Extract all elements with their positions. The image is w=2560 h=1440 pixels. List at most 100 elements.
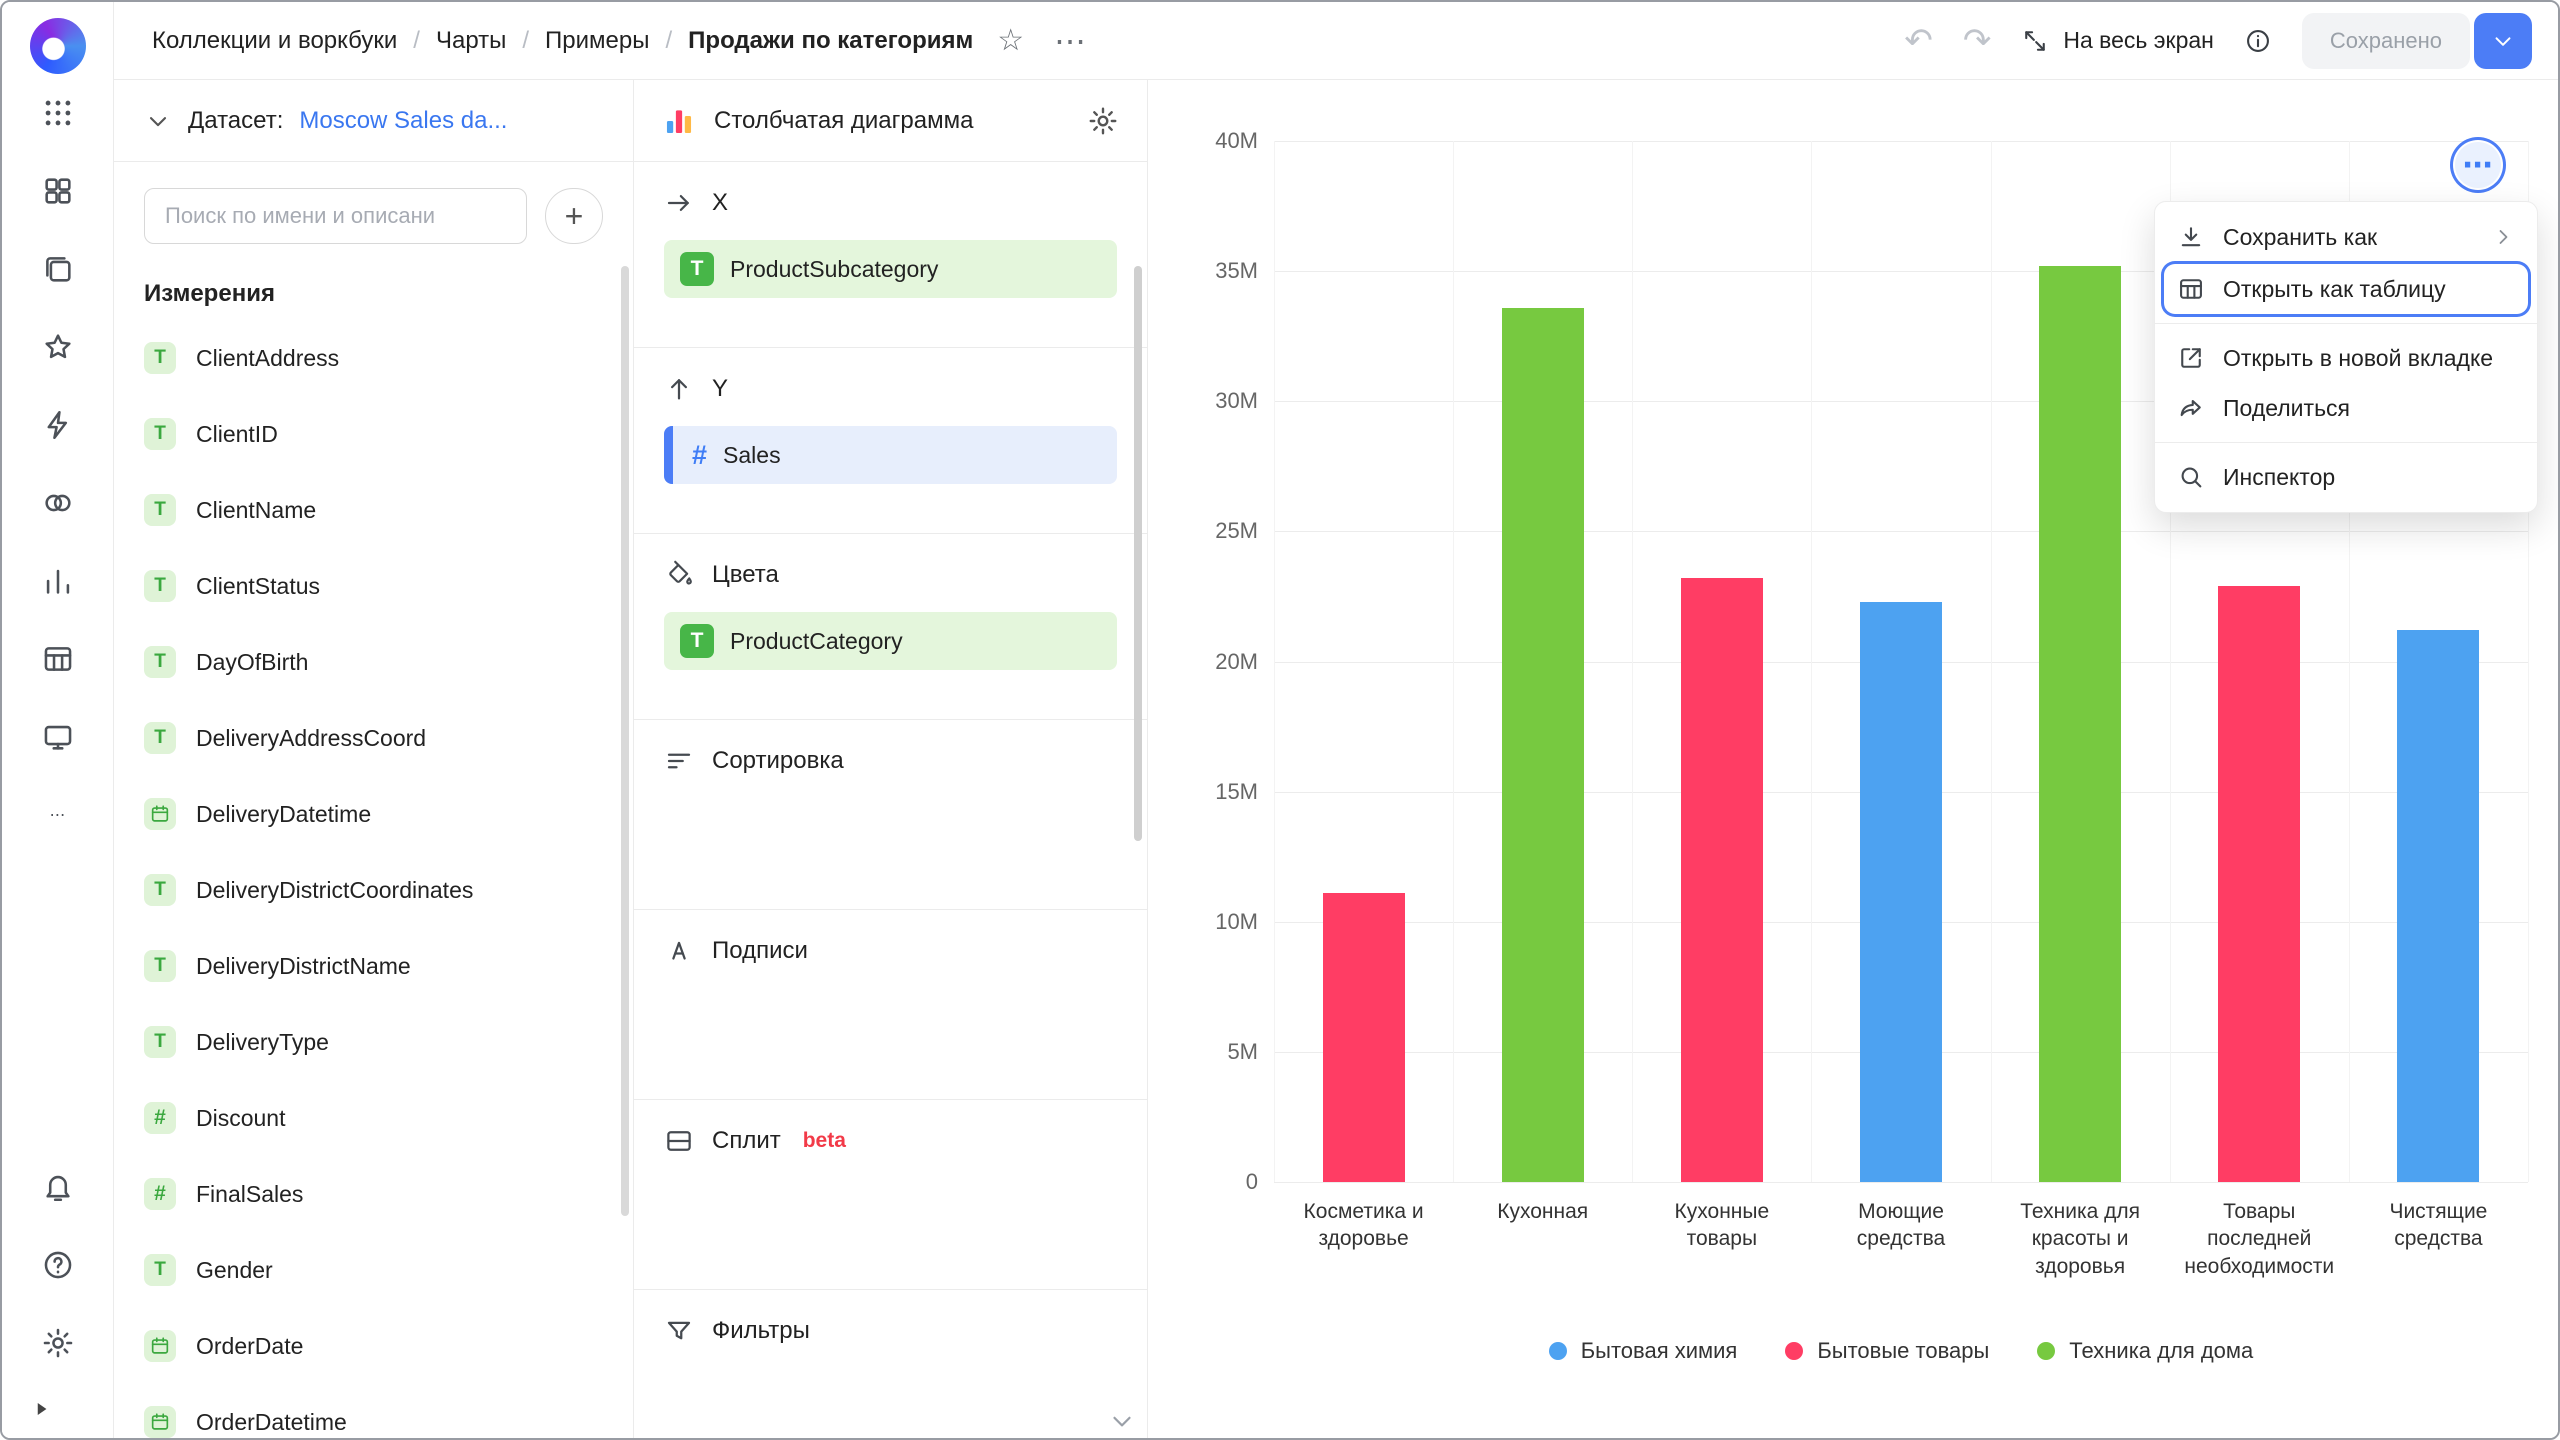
- expand-rail-icon[interactable]: [28, 1396, 54, 1422]
- x-axis-label: Кухонная: [1453, 1198, 1632, 1280]
- config-scrollbar[interactable]: [1134, 266, 1142, 841]
- field-chip-Sales[interactable]: #Sales: [664, 426, 1117, 484]
- dataset-field[interactable]: TClientAddress: [114, 320, 633, 396]
- breadcrumb-more-icon[interactable]: ⋯: [1054, 22, 1089, 60]
- help-icon[interactable]: [41, 1248, 75, 1282]
- field-chip-label: Sales: [723, 442, 781, 469]
- rings-icon[interactable]: [41, 486, 75, 520]
- settings-gear-icon[interactable]: [41, 1326, 75, 1360]
- fullscreen-button[interactable]: На весь экран: [2021, 27, 2214, 55]
- bell-icon[interactable]: [41, 1170, 75, 1204]
- config-scroll-down-icon[interactable]: [1107, 1406, 1137, 1436]
- dataset-field[interactable]: #Discount: [114, 1080, 633, 1156]
- collapse-chevron-icon[interactable]: [144, 107, 172, 135]
- date-field-icon: [144, 1406, 176, 1438]
- legend-item[interactable]: Техника для дома: [2037, 1338, 2253, 1364]
- breadcrumb-separator: /: [522, 27, 529, 55]
- field-chip-ProductSubcategory[interactable]: TProductSubcategory: [664, 240, 1117, 298]
- info-icon[interactable]: [2244, 27, 2272, 55]
- undo-icon[interactable]: ↶: [1904, 24, 1933, 58]
- collections-icon[interactable]: [41, 252, 75, 286]
- breadcrumb-item[interactable]: Чарты: [436, 27, 506, 55]
- gridline-horizontal: [1274, 531, 2528, 532]
- share-icon: [2177, 394, 2205, 422]
- x-axis-label: Техника для красоты и здоровья: [1991, 1198, 2170, 1280]
- chart-more-button[interactable]: ⋯: [2455, 142, 2501, 188]
- dataset-name-link[interactable]: Moscow Sales da...: [299, 107, 507, 135]
- context-menu-item[interactable]: Поделиться: [2155, 383, 2537, 433]
- context-menu-item[interactable]: Инспектор: [2155, 452, 2537, 502]
- section-label: Фильтры: [712, 1317, 810, 1345]
- context-menu-item[interactable]: Сохранить как: [2155, 212, 2537, 262]
- dataset-field[interactable]: T DeliveryType: [114, 1004, 633, 1080]
- bar-Моющие средства[interactable]: [1860, 602, 1942, 1182]
- dataset-field[interactable]: #FinalSales: [114, 1156, 633, 1232]
- config-section-x: XTProductSubcategory: [634, 162, 1147, 348]
- dataset-field[interactable]: DeliveryDatetime: [114, 776, 633, 852]
- legend-dot: [1549, 1342, 1567, 1360]
- field-name: FinalSales: [196, 1181, 303, 1208]
- dataset-field[interactable]: TDeliveryDistrictName: [114, 928, 633, 1004]
- field-name: DeliveryType: [196, 1029, 329, 1056]
- saved-label: Сохранено: [2330, 28, 2442, 54]
- config-section-split: Сплитbeta: [634, 1100, 1147, 1290]
- dataset-scrollbar[interactable]: [621, 266, 629, 1216]
- bar-chart-icon[interactable]: [41, 564, 75, 598]
- bar-Косметика и здоровье[interactable]: [1323, 893, 1405, 1182]
- field-search-input[interactable]: [144, 188, 527, 244]
- bar-Товары последней необходимости[interactable]: [2218, 586, 2300, 1182]
- dataset-field[interactable]: OrderDate: [114, 1308, 633, 1384]
- dataset-field[interactable]: TGender: [114, 1232, 633, 1308]
- dataset-field[interactable]: OrderDatetime: [114, 1384, 633, 1438]
- legend-item[interactable]: Бытовые товары: [1785, 1338, 1989, 1364]
- dataset-field[interactable]: TDayOfBirth: [114, 624, 633, 700]
- chart-type-label[interactable]: Столбчатая диаграмма: [714, 107, 973, 135]
- dataset-field[interactable]: TDeliveryDistrictCoordinates: [114, 852, 633, 928]
- field-chip-ProductCategory[interactable]: TProductCategory: [664, 612, 1117, 670]
- section-label-row: Фильтры: [664, 1316, 1117, 1346]
- dataset-field[interactable]: TClientStatus: [114, 548, 633, 624]
- save-dropdown-button[interactable]: [2474, 13, 2532, 69]
- dataset-field[interactable]: TClientID: [114, 396, 633, 472]
- dataset-field[interactable]: TDeliveryAddressCoord: [114, 700, 633, 776]
- section-label-row: Y: [664, 374, 1117, 404]
- number-field-icon: #: [144, 1102, 176, 1134]
- y-axis-label: 35M: [1148, 258, 1258, 284]
- y-axis-label: 40M: [1148, 128, 1258, 154]
- x-axis-label: Косметика и здоровье: [1274, 1198, 1453, 1280]
- dots-h-icon[interactable]: ⋯: [41, 798, 75, 832]
- redo-icon[interactable]: ↷: [1963, 24, 1992, 58]
- add-field-button[interactable]: +: [545, 188, 603, 244]
- field-name: ClientStatus: [196, 573, 320, 600]
- favorite-star-icon[interactable]: ☆: [997, 23, 1024, 58]
- breadcrumb-item[interactable]: Продажи по категориям: [688, 27, 973, 55]
- breadcrumb-item[interactable]: Коллекции и воркбуки: [152, 27, 397, 55]
- monitor-icon[interactable]: [41, 720, 75, 754]
- bar-Кухонная[interactable]: [1502, 308, 1584, 1182]
- tiles-icon[interactable]: [41, 174, 75, 208]
- text-field-icon: T: [144, 1254, 176, 1286]
- apps-grid-icon[interactable]: [41, 96, 75, 130]
- saved-button[interactable]: Сохранено: [2302, 13, 2470, 69]
- bar-Чистящие средства[interactable]: [2397, 630, 2479, 1182]
- legend-item[interactable]: Бытовая химия: [1549, 1338, 1738, 1364]
- text-field-icon: T: [144, 342, 176, 374]
- context-menu-item[interactable]: Открыть в новой вкладке: [2155, 333, 2537, 383]
- bar-Кухонные товары[interactable]: [1681, 578, 1763, 1182]
- dataset-field[interactable]: TClientName: [114, 472, 633, 548]
- datalens-logo[interactable]: [30, 18, 86, 74]
- text-field-icon: T: [144, 1026, 176, 1058]
- breadcrumb-item[interactable]: Примеры: [545, 27, 649, 55]
- topbar-actions: ↶ ↷ На весь экран Сохранено: [1904, 13, 2532, 69]
- x-axis-label: Товары последней необходимости: [2170, 1198, 2349, 1280]
- chart-settings-gear-icon[interactable]: [1087, 105, 1119, 137]
- favorites-star-icon[interactable]: [41, 330, 75, 364]
- menu-item-label: Сохранить как: [2223, 224, 2377, 251]
- legend-label: Техника для дома: [2069, 1338, 2253, 1364]
- table-grid-icon[interactable]: [41, 642, 75, 676]
- bar-Техника для красоты и здоровья[interactable]: [2039, 266, 2121, 1182]
- context-menu-item[interactable]: Открыть как таблицу: [2164, 264, 2528, 314]
- lightning-icon[interactable]: [41, 408, 75, 442]
- external-link-icon: [2177, 344, 2205, 372]
- chart-legend: Бытовая химия Бытовые товары Техника для д…: [1274, 1338, 2528, 1364]
